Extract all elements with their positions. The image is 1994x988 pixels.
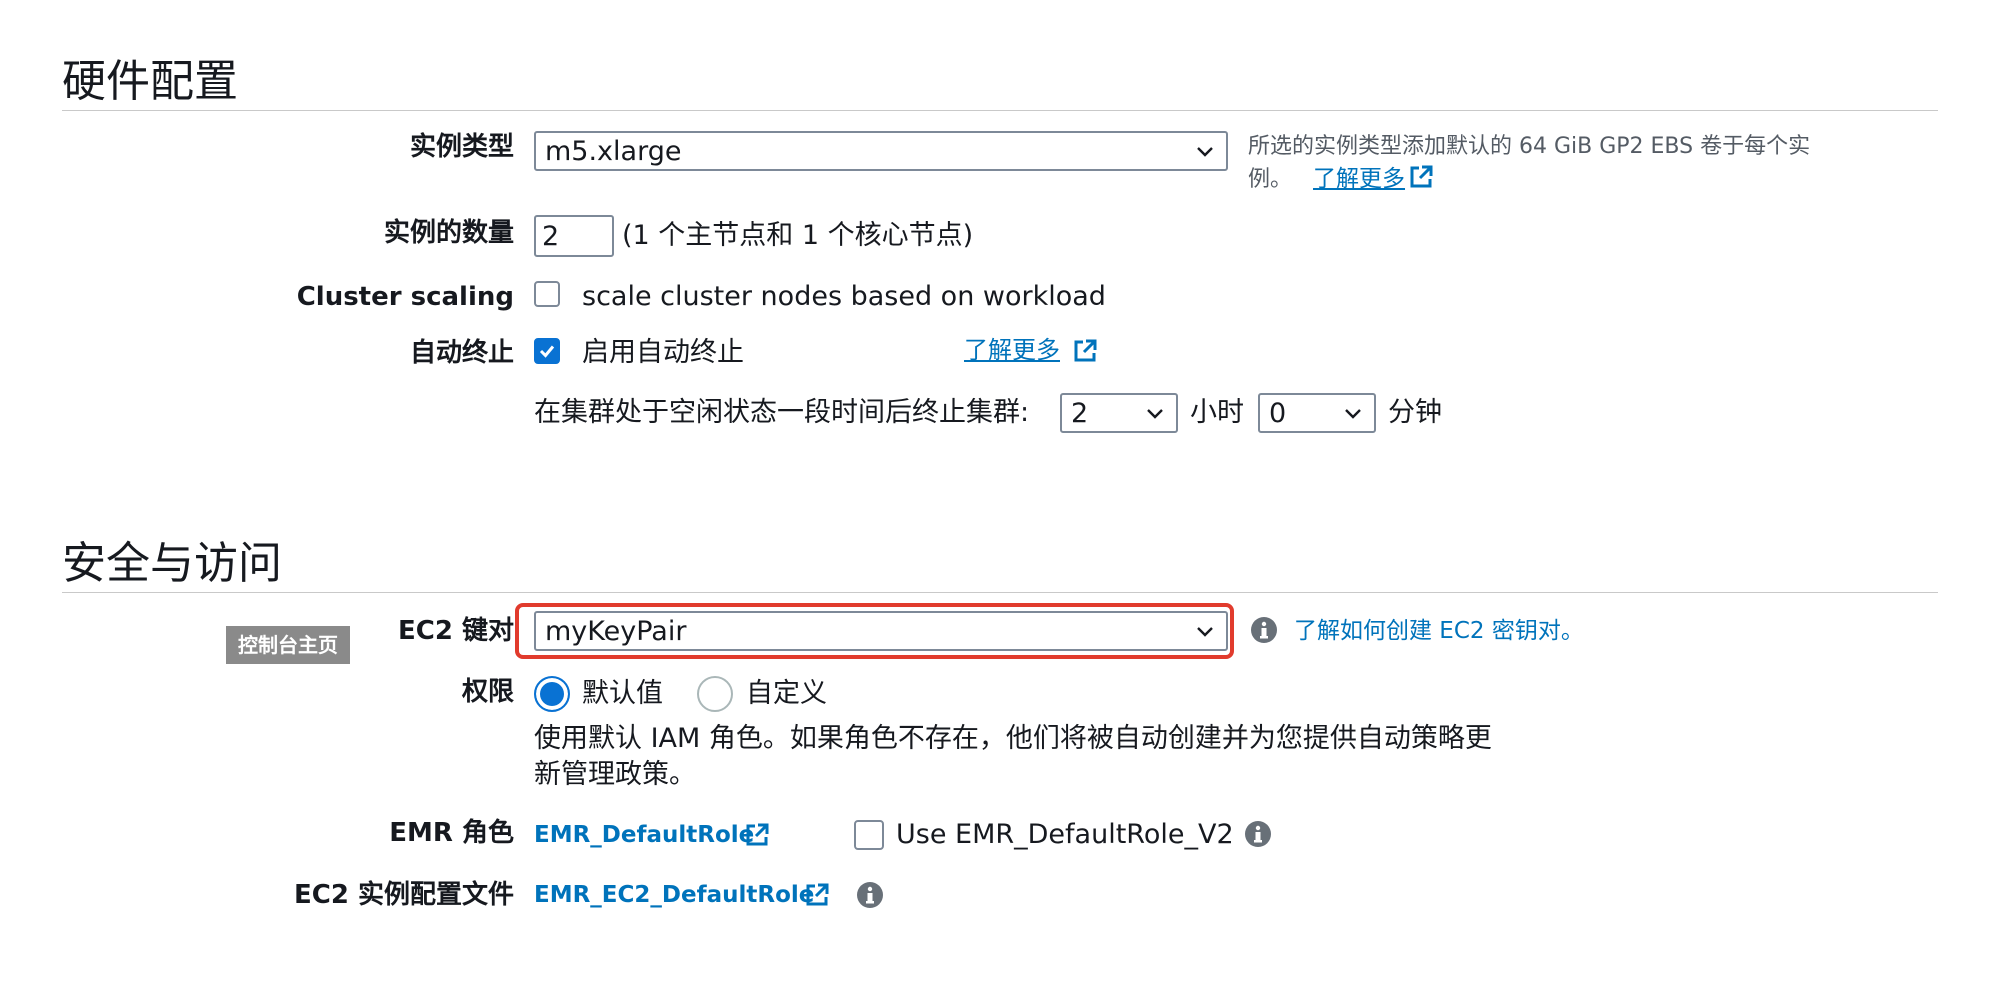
emr-role-link[interactable]: EMR_DefaultRole xyxy=(534,818,754,852)
cluster-scaling-label: Cluster scaling xyxy=(296,282,514,312)
instance-type-label: 实例类型 xyxy=(409,132,514,162)
idle-minutes-value: 0 xyxy=(1269,397,1287,429)
instance-profile-label: EC2 实例配置文件 xyxy=(294,880,514,910)
external-link-icon[interactable] xyxy=(744,822,770,848)
permissions-label: 权限 xyxy=(461,677,514,707)
cluster-scaling-checkbox[interactable] xyxy=(534,281,560,307)
permissions-custom-label: 自定义 xyxy=(746,678,827,709)
section-title-security: 安全与访问 xyxy=(62,538,282,589)
instance-type-hint-line1: 所选的实例类型添加默认的 64 GiB GP2 EBS 卷于每个实 xyxy=(1248,134,1811,159)
idle-minutes-unit: 分钟 xyxy=(1388,397,1442,428)
permissions-description-line1: 使用默认 IAM 角色。如果角色不存在，他们将被自动创建并为您提供自动策略更 xyxy=(534,723,1492,754)
instance-type-value: m5.xlarge xyxy=(545,135,682,167)
external-link-icon[interactable] xyxy=(1072,338,1098,364)
instance-profile-link[interactable]: EMR_EC2_DefaultRole xyxy=(534,878,814,912)
key-pair-value: myKeyPair xyxy=(545,615,687,647)
emr-role-label: EMR 角色 xyxy=(389,818,514,848)
idle-hours-select[interactable]: 2 xyxy=(1060,393,1178,433)
external-link-icon[interactable] xyxy=(804,882,830,908)
instance-count-label: 实例的数量 xyxy=(383,218,514,248)
instance-type-hint-line2: 例。 xyxy=(1248,167,1293,192)
permissions-description-line2: 新管理政策。 xyxy=(534,759,696,790)
section-divider xyxy=(62,592,1938,593)
key-pair-help-link[interactable]: 了解如何创建 EC2 密钥对。 xyxy=(1294,614,1584,648)
chevron-down-icon xyxy=(1197,627,1213,637)
instance-count-input[interactable]: 2 xyxy=(534,215,614,257)
chevron-down-icon xyxy=(1147,409,1163,419)
key-pair-select[interactable]: myKeyPair xyxy=(534,611,1228,651)
idle-hours-unit: 小时 xyxy=(1190,397,1244,428)
idle-hours-value: 2 xyxy=(1071,397,1089,429)
idle-minutes-select[interactable]: 0 xyxy=(1258,393,1376,433)
instance-count-value: 2 xyxy=(542,220,560,252)
auto-terminate-learn-more-link[interactable]: 了解更多 xyxy=(964,333,1060,367)
permissions-default-label: 默认值 xyxy=(582,678,663,709)
idle-terminate-text: 在集群处于空闲状态一段时间后终止集群: xyxy=(534,397,1030,428)
instance-count-note: (1 个主节点和 1 个核心节点) xyxy=(622,220,974,251)
auto-terminate-label: 自动终止 xyxy=(409,338,514,368)
section-title-hardware: 硬件配置 xyxy=(62,56,238,107)
external-link-icon[interactable] xyxy=(1408,164,1434,190)
chevron-down-icon xyxy=(1345,409,1361,419)
key-pair-label: EC2 键对 xyxy=(398,616,514,646)
info-icon[interactable] xyxy=(1244,820,1272,848)
section-divider xyxy=(62,110,1938,111)
instance-type-learn-more-link[interactable]: 了解更多 xyxy=(1313,166,1405,192)
emr-role-v2-label: Use EMR_DefaultRole_V2 xyxy=(896,819,1234,850)
chevron-down-icon xyxy=(1197,147,1213,157)
info-icon[interactable] xyxy=(856,881,884,909)
emr-role-v2-checkbox[interactable] xyxy=(854,820,884,850)
permissions-default-radio[interactable] xyxy=(534,676,570,712)
info-icon[interactable] xyxy=(1250,616,1278,644)
instance-type-hint: 所选的实例类型添加默认的 64 GiB GP2 EBS 卷于每个实 例。 了解更… xyxy=(1248,131,1888,196)
instance-type-select[interactable]: m5.xlarge xyxy=(534,131,1228,171)
checkmark-icon xyxy=(539,345,555,358)
permissions-custom-radio[interactable] xyxy=(697,676,733,712)
auto-terminate-checkbox-label: 启用自动终止 xyxy=(582,337,744,368)
cluster-scaling-checkbox-label: scale cluster nodes based on workload xyxy=(582,281,1106,312)
auto-terminate-checkbox[interactable] xyxy=(534,338,560,364)
